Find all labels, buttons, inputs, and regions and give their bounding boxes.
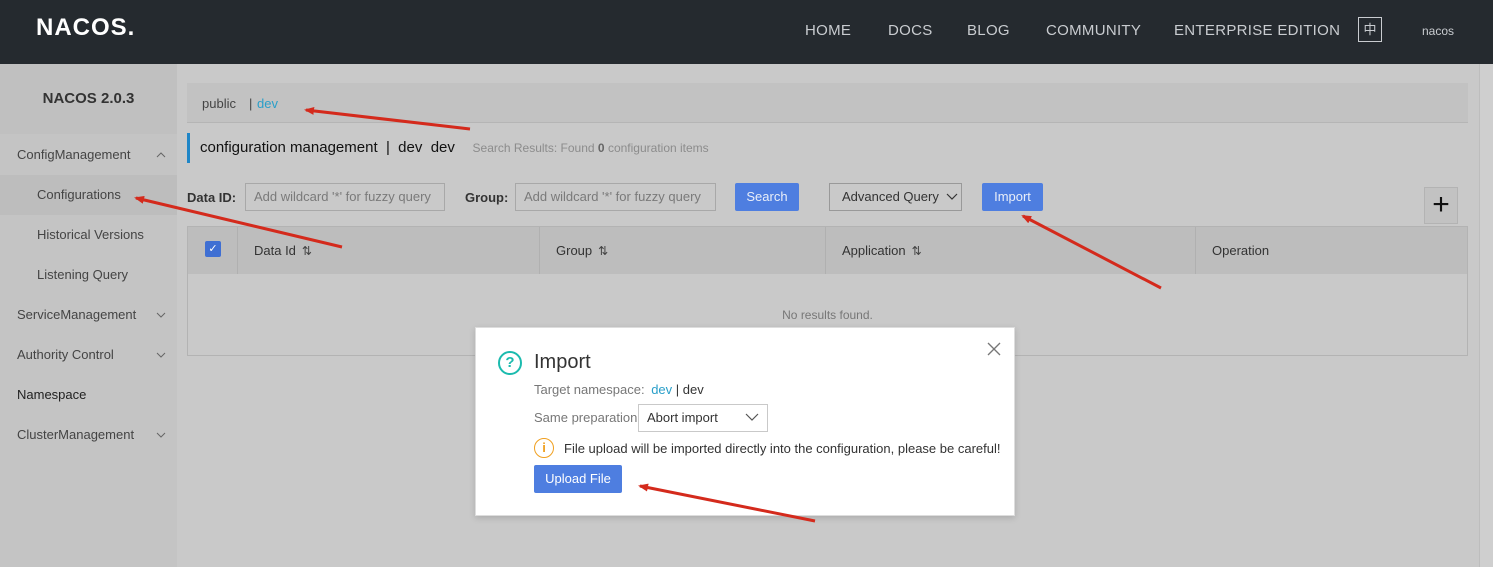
nav-docs[interactable]: DOCS [888,22,933,39]
warning-message: File upload will be imported directly in… [564,441,1001,456]
import-dialog: ? Import Target namespace: dev | dev Sam… [475,327,1015,516]
namespace-dev[interactable]: dev [257,96,278,111]
language-toggle-button[interactable]: 中 [1358,17,1382,42]
question-icon: ? [498,351,522,375]
sidebar-item-namespace[interactable]: Namespace [0,375,177,415]
advanced-query-label: Advanced Query [842,189,939,204]
chevron-down-icon [156,312,166,318]
user-name[interactable]: nacos [1422,24,1454,38]
sidebar-item-authority-control[interactable]: Authority Control [0,335,177,375]
sidebar-item-label: ClusterManagement [17,427,135,442]
column-label: Operation [1212,243,1270,258]
search-results-summary: Search Results: Found 0 configuration it… [473,141,709,155]
group-input[interactable]: Add wildcard '*' for fuzzy query [515,183,716,211]
column-label: Application [842,243,906,258]
chevron-down-icon [947,193,958,200]
select-all-cell: ✓ [188,227,238,274]
nav-community[interactable]: COMMUNITY [1046,22,1141,39]
target-namespace-name: dev [682,382,704,397]
chevron-down-icon [156,352,166,358]
scrollbar[interactable] [1479,64,1493,567]
nav-enterprise-edition[interactable]: ENTERPRISE EDITION [1174,22,1340,39]
select-all-checkbox[interactable]: ✓ [205,241,221,257]
upload-file-button[interactable]: Upload File [534,465,622,493]
advanced-query-button[interactable]: Advanced Query [829,183,962,211]
sort-icon[interactable]: ⇅ [598,244,608,258]
column-application[interactable]: Application ⇅ [826,227,1196,274]
target-namespace-sep: | [672,382,683,397]
sidebar-item-historical-versions[interactable]: Historical Versions [0,215,177,255]
page-title: configuration management | dev dev Searc… [187,133,709,163]
same-preparation-select[interactable]: Abort import [638,404,768,432]
sidebar-item-label: Authority Control [17,347,114,362]
sidebar-item-label: Listening Query [37,267,129,282]
nav-home[interactable]: HOME [805,22,851,39]
target-namespace-row: Target namespace: dev | dev [534,382,704,397]
sidebar-item-label: ConfigManagement [17,147,131,162]
table-header: ✓ Data Id ⇅ Group ⇅ Application ⇅ Operation [188,227,1467,274]
target-namespace-label: Target namespace: [534,382,645,397]
nav-blog[interactable]: BLOG [967,22,1010,39]
namespace-public[interactable]: public [202,96,236,111]
sort-icon[interactable]: ⇅ [302,244,312,258]
dialog-title: Import [534,351,591,373]
results-prefix: Search Results: Found [472,141,595,155]
chevron-down-icon [745,413,759,421]
sidebar-item-label: ServiceManagement [17,307,137,322]
sidebar-item-config-management[interactable]: ConfigManagement [0,135,177,175]
same-preparation-label: Same preparation: [534,410,641,425]
sidebar-item-listening-query[interactable]: Listening Query [0,255,177,295]
chevron-down-icon [156,432,166,438]
sidebar-item-label: Historical Versions [37,227,144,242]
chevron-up-icon [156,152,166,158]
results-count: 0 [597,141,605,155]
warning-icon: i [534,438,554,458]
search-button[interactable]: Search [735,183,799,211]
column-operation: Operation [1196,227,1467,274]
import-button[interactable]: Import [982,183,1043,211]
sidebar-item-configurations[interactable]: Configurations [0,175,177,215]
group-label: Group: [465,190,509,205]
top-nav-bar: NACOS. HOME DOCS BLOG COMMUNITY ENTERPRI… [0,0,1493,64]
column-group[interactable]: Group ⇅ [540,227,826,274]
same-preparation-value: Abort import [647,410,718,425]
sidebar-item-service-management[interactable]: ServiceManagement [0,295,177,335]
sidebar-item-label: Namespace [17,387,87,402]
sidebar-item-label: Configurations [37,187,121,202]
namespace-bar: public | dev [187,83,1468,123]
namespace-separator: | [249,96,253,111]
target-namespace-id: dev [651,382,673,397]
close-icon[interactable] [986,341,1002,357]
add-config-button[interactable]: + [1424,187,1458,224]
results-suffix: configuration items [607,141,709,155]
column-label: Group [556,243,593,258]
data-id-input[interactable]: Add wildcard '*' for fuzzy query [245,183,445,211]
column-data-id[interactable]: Data Id ⇅ [238,227,540,274]
page-title-text: configuration management | dev dev [200,139,455,156]
data-id-label: Data ID: [187,190,237,205]
sort-icon[interactable]: ⇅ [912,244,922,258]
sidebar-item-cluster-management[interactable]: ClusterManagement [0,415,177,455]
nacos-logo[interactable]: NACOS. [36,14,135,42]
column-label: Data Id [254,243,296,258]
sidebar-title: NACOS 2.0.3 [0,64,177,134]
